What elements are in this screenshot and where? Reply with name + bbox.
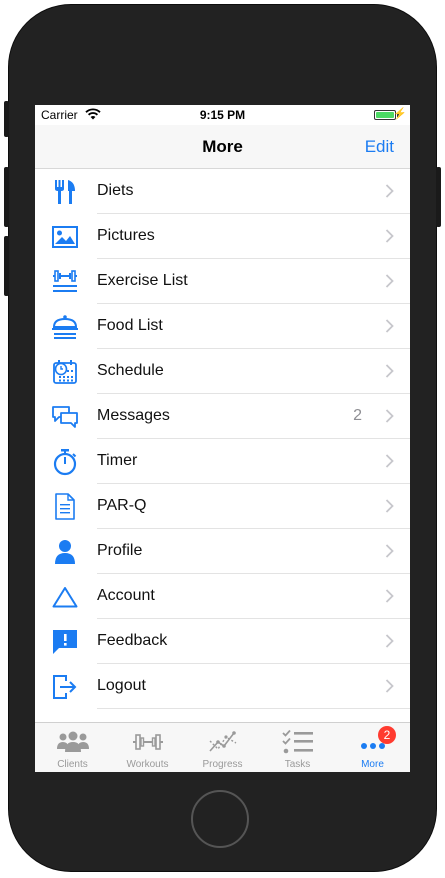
tab-progress[interactable]: Progress	[185, 723, 260, 772]
menu-item-schedule[interactable]: Schedule	[35, 349, 410, 394]
dumbbell-icon	[110, 729, 185, 755]
clients-icon	[35, 729, 110, 755]
document-icon	[51, 493, 79, 520]
tab-label: Workouts	[126, 759, 169, 770]
mute-switch	[4, 101, 9, 137]
chevron-right-icon	[385, 544, 394, 558]
progress-chart-icon	[185, 729, 260, 755]
chevron-right-icon	[385, 274, 394, 288]
menu-item-account[interactable]: Account	[35, 574, 410, 619]
tab-label: Progress	[202, 759, 243, 770]
tab-tasks[interactable]: Tasks	[260, 723, 335, 772]
menu-item-label: Profile	[97, 542, 143, 559]
chevron-right-icon	[385, 589, 394, 603]
tab-workouts[interactable]: Workouts	[110, 723, 185, 772]
tab-more[interactable]: 2 More	[335, 723, 410, 772]
picture-icon	[51, 223, 79, 250]
menu-item-logout[interactable]: Logout	[35, 664, 410, 709]
home-button[interactable]	[191, 790, 249, 848]
tab-badge: 2	[378, 726, 396, 744]
menu-item-label: Exercise List	[97, 272, 188, 289]
more-dots-icon	[335, 729, 410, 755]
menu-item-label: Timer	[97, 452, 138, 469]
chevron-right-icon	[385, 634, 394, 648]
chat-bubbles-icon	[51, 403, 79, 430]
calendar-clock-icon	[51, 358, 79, 385]
chevron-right-icon	[385, 679, 394, 693]
feedback-icon	[51, 628, 79, 655]
status-bar: Carrier 9:15 PM ⚡	[35, 105, 410, 125]
tab-label: Tasks	[284, 759, 311, 770]
menu-item-label: Pictures	[97, 227, 155, 244]
chevron-right-icon	[385, 409, 394, 423]
checklist-icon	[260, 729, 335, 755]
triangle-icon	[51, 583, 79, 610]
navigation-bar: More Edit	[35, 125, 410, 169]
edit-button[interactable]: Edit	[365, 137, 394, 157]
chevron-right-icon	[385, 229, 394, 243]
menu-item-label: Food List	[97, 317, 163, 334]
menu-item-label: Schedule	[97, 362, 164, 379]
menu-item-food-list[interactable]: Food List	[35, 304, 410, 349]
tab-bar: Clients Workouts Progress Tasks 2 More	[35, 722, 410, 772]
volume-down-button	[4, 236, 9, 296]
chevron-right-icon	[385, 364, 394, 378]
power-button	[436, 167, 441, 227]
menu-item-timer[interactable]: Timer	[35, 439, 410, 484]
messages-count: 2	[353, 407, 362, 424]
dumbbell-list-icon	[51, 268, 79, 295]
logout-icon	[51, 673, 79, 700]
fork-knife-icon	[51, 178, 79, 205]
tab-clients[interactable]: Clients	[35, 723, 110, 772]
chevron-right-icon	[385, 319, 394, 333]
status-time: 9:15 PM	[199, 108, 246, 122]
tab-label: Clients	[57, 759, 88, 770]
menu-item-feedback[interactable]: Feedback	[35, 619, 410, 664]
chevron-right-icon	[385, 499, 394, 513]
chevron-right-icon	[385, 184, 394, 198]
charging-bolt-icon: ⚡	[393, 108, 407, 120]
food-cloche-icon	[51, 313, 79, 340]
menu-item-messages[interactable]: Messages 2	[35, 394, 410, 439]
tab-label: More	[361, 759, 384, 770]
volume-up-button	[4, 167, 9, 227]
menu-item-label: Account	[97, 587, 155, 604]
menu-item-exercise-list[interactable]: Exercise List	[35, 259, 410, 304]
menu-item-par-q[interactable]: PAR-Q	[35, 484, 410, 529]
page-title: More	[202, 137, 243, 156]
person-icon	[51, 538, 79, 565]
stopwatch-icon	[51, 448, 79, 475]
row-separator	[97, 708, 410, 709]
menu-item-label: Logout	[97, 677, 146, 694]
more-menu-list: Diets Pictures Exercise List Food List S…	[35, 169, 410, 709]
screen: Carrier 9:15 PM ⚡ More Edit Diets Pictur…	[35, 105, 410, 772]
chevron-right-icon	[385, 454, 394, 468]
menu-item-profile[interactable]: Profile	[35, 529, 410, 574]
menu-item-pictures[interactable]: Pictures	[35, 214, 410, 259]
menu-item-label: Messages	[97, 407, 170, 424]
menu-item-label: Feedback	[97, 632, 168, 649]
menu-item-label: PAR-Q	[97, 497, 147, 514]
menu-item-diets[interactable]: Diets	[35, 169, 410, 214]
menu-item-label: Diets	[97, 182, 134, 199]
